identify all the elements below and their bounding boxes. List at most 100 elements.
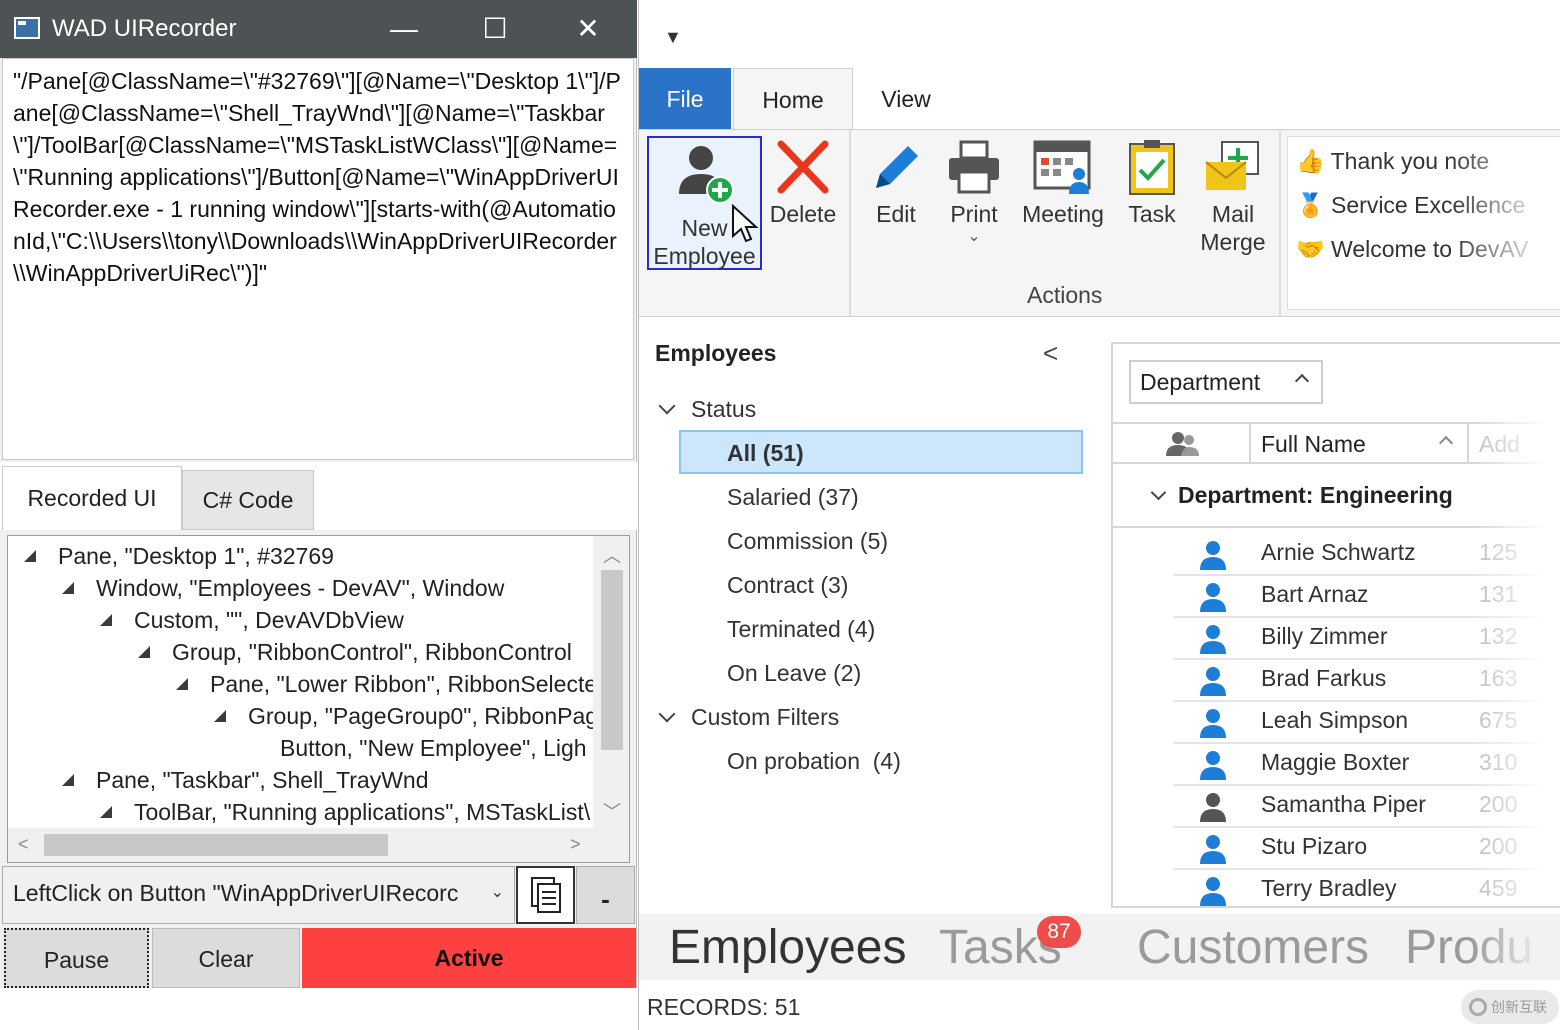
quick-access-dropdown-icon[interactable]: ▼ [664,27,682,48]
template-gallery[interactable]: 👍 Thank you note 🏅 Service Excellence 🤝 … [1287,136,1560,310]
column-separator [1467,424,1469,464]
clear-button[interactable]: Clear [152,928,300,988]
bottom-navigation: Employees Tasks 87 Customers Produ [639,914,1560,980]
active-button[interactable]: Active [302,928,636,988]
nav-item-all[interactable]: All (51) [727,440,804,467]
expand-triangle-icon[interactable] [24,550,36,562]
employee-name: Billy Zimmer [1261,623,1388,649]
collapse-button[interactable]: - [576,866,635,924]
nav-item-on-probation[interactable]: On probation (4) [727,748,901,775]
minimize-button[interactable]: — [381,8,427,50]
employee-name: Leah Simpson [1261,707,1409,733]
tree-node[interactable]: ToolBar, "Running applications", MSTaskL… [100,796,590,828]
tab-home[interactable]: Home [733,68,853,130]
nav-item-contract[interactable]: Contract (3) [727,572,848,599]
tab-recorded-ui[interactable]: Recorded UI [2,466,182,530]
new-employee-button[interactable]: New Employee [647,136,762,270]
expand-triangle-icon[interactable] [100,614,112,626]
photo-column-header[interactable] [1113,424,1251,464]
nav-item-terminated[interactable]: Terminated (4) [727,616,875,643]
task-button[interactable]: Task [1121,138,1183,228]
group-by-department[interactable]: Department [1129,360,1323,404]
nav-item-on-leave[interactable]: On Leave (2) [727,660,861,687]
table-row[interactable]: Leah Simpson 675 [1173,702,1560,744]
table-row[interactable]: Billy Zimmer 132 [1173,618,1560,660]
expand-triangle-icon[interactable] [214,710,226,722]
tab-csharp-code[interactable]: C# Code [182,470,314,530]
collapse-pane-icon[interactable]: < [1043,338,1058,369]
tab-file[interactable]: File [639,68,731,130]
tree-node[interactable]: Pane, "Lower Ribbon", RibbonSelecte [176,668,597,700]
group-row-engineering[interactable]: Department: Engineering [1150,482,1453,509]
ui-tree[interactable]: Pane, "Desktop 1", #32769 Window, "Emplo… [7,535,630,863]
print-button[interactable]: Print ⌄ [939,138,1009,246]
tree-vertical-scrollbar[interactable]: ︿ ﹀ [593,536,629,828]
mail-merge-icon [1205,141,1259,190]
scroll-right-icon[interactable]: > [570,834,581,855]
sort-up-icon [1438,435,1454,451]
app-icon [14,17,40,39]
sort-up-icon [1294,373,1310,389]
scroll-thumb[interactable] [44,834,388,856]
tree-node[interactable]: Group, "PageGroup0", RibbonPag [214,700,598,732]
pencil-icon [876,146,918,188]
table-row[interactable]: Bart Arnaz 131 [1173,576,1560,618]
edit-button[interactable]: Edit [861,138,931,228]
action-dropdown[interactable]: LeftClick on Button "WinAppDriverUIRecor… [2,866,515,924]
expand-triangle-icon[interactable] [100,806,112,818]
table-row[interactable]: Maggie Boxter 310 [1173,744,1560,786]
person-icon [1199,666,1227,701]
nav-item-commission[interactable]: Commission (5) [727,528,888,555]
expand-triangle-icon[interactable] [176,678,188,690]
person-icon [1199,624,1227,659]
expand-triangle-icon[interactable] [62,774,74,786]
nav-group-status[interactable]: Status [658,396,756,423]
nav-item-salaried[interactable]: Salaried (37) [727,484,859,511]
tree-node[interactable]: Custom, "", DevAVDbView [100,604,404,636]
tree-node[interactable]: Window, "Employees - DevAV", Window [62,572,504,604]
recorder-tabs: Recorded UI C# Code [0,462,637,530]
expand-triangle-icon[interactable] [138,646,150,658]
employee-address: 131 [1479,581,1518,607]
tree-node[interactable]: Pane, "Taskbar", Shell_TrayWnd [62,764,429,796]
tree-node[interactable]: Group, "RibbonControl", RibbonControl [138,636,572,668]
nav-pane-title: Employees [655,340,777,366]
fullname-column-header[interactable]: Full Name [1261,424,1366,464]
scroll-left-icon[interactable]: < [18,834,29,855]
tab-view[interactable]: View [861,68,951,130]
table-row[interactable]: Terry Bradley 459 [1173,870,1560,906]
ribbon-separator [849,130,851,316]
clipboard-icon [531,877,561,913]
recorder-title: WAD UIRecorder [52,15,237,42]
mail-merge-button[interactable]: Mail Merge [1191,138,1275,256]
table-row[interactable]: Arnie Schwartz 125 [1173,534,1560,576]
nav-employees[interactable]: Employees [669,920,906,975]
tree-node[interactable]: Button, "New Employee", Ligh [280,732,587,764]
person-icon [1199,582,1227,617]
person-icon [1199,792,1227,827]
mouse-cursor-icon [732,204,759,243]
scroll-thumb[interactable] [601,570,623,750]
expand-triangle-icon[interactable] [62,582,74,594]
delete-button[interactable]: Delete [767,138,839,228]
employee-address: 125 [1479,539,1518,565]
table-row[interactable]: Brad Farkus 163 [1173,660,1560,702]
scroll-down-icon[interactable]: ﹀ [603,798,621,824]
person-icon [1199,834,1227,869]
award-icon: 🏅 [1296,192,1325,218]
xpath-textbox[interactable]: "/Pane[@ClassName=\"#32769\"][@Name=\"De… [2,58,634,460]
maximize-button[interactable]: ☐ [472,8,518,50]
pause-button[interactable]: Pause [4,928,149,988]
table-row[interactable]: Stu Pizaro 200 [1173,828,1560,870]
tree-node[interactable]: Pane, "Desktop 1", #32769 [24,540,334,572]
employee-name: Bart Arnaz [1261,581,1369,607]
nav-customers[interactable]: Customers [1137,920,1369,975]
address-column-header[interactable]: Add [1479,424,1520,464]
scroll-up-icon[interactable]: ︿ [603,542,621,568]
copy-button[interactable] [516,866,575,924]
tree-horizontal-scrollbar[interactable]: < > [8,828,629,862]
table-row[interactable]: Samantha Piper 200 [1173,786,1560,828]
meeting-button[interactable]: Meeting [1015,138,1111,228]
close-button[interactable]: ✕ [565,8,611,50]
nav-group-custom-filters[interactable]: Custom Filters [658,704,839,731]
